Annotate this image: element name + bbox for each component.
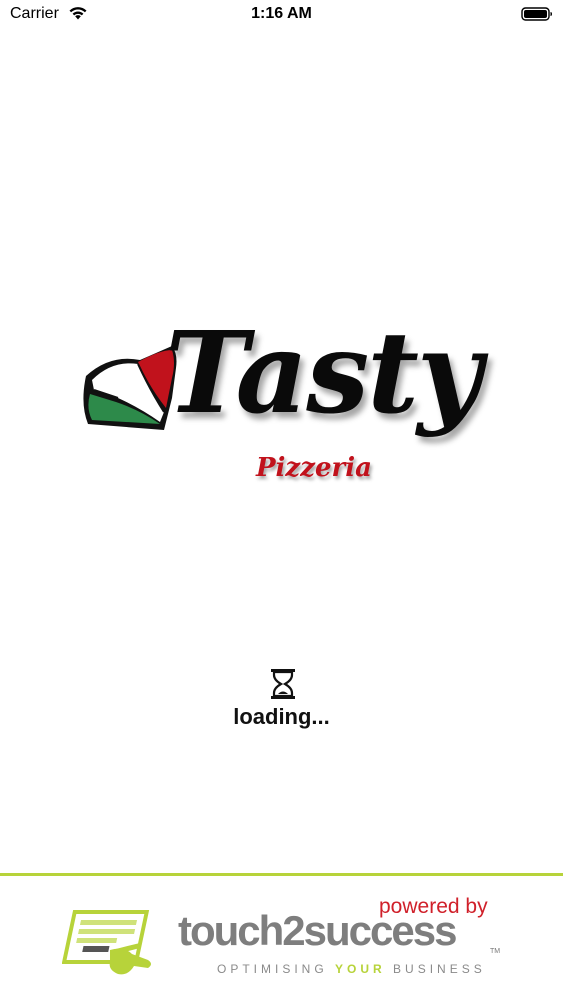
- tagline-end: BUSINESS: [393, 962, 486, 976]
- battery-icon: [521, 7, 552, 21]
- loading-label: loading...: [233, 704, 330, 729]
- company-tagline: OPTIMISING YOUR BUSINESS: [217, 962, 486, 976]
- brand-subtitle: Pizzeria: [256, 453, 372, 483]
- brand-name: Tasty: [165, 308, 482, 439]
- tagline-start: OPTIMISING: [217, 962, 328, 976]
- company-name: touch2success: [178, 907, 457, 954]
- touchscreen-hand-icon: [62, 910, 151, 975]
- hourglass-icon: [271, 669, 295, 699]
- tagline-accent: YOUR: [335, 962, 386, 976]
- trademark-mark: TM: [490, 948, 501, 955]
- status-bar: Carrier 1:16 AM: [0, 0, 563, 30]
- clock: 1:16 AM: [251, 5, 312, 22]
